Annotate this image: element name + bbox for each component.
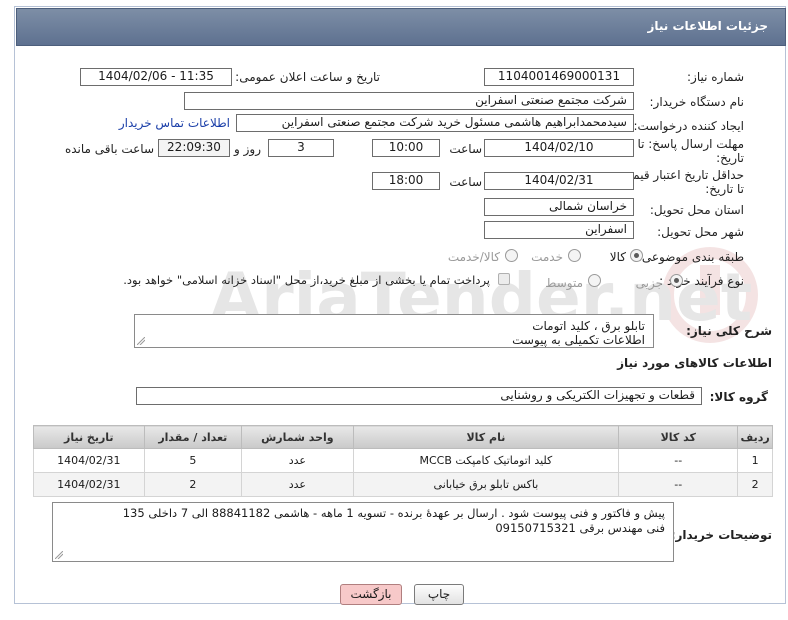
validity-time-label: ساعت [449, 175, 482, 189]
cell-code: -- [618, 472, 739, 497]
process-radio-medium[interactable] [588, 274, 601, 287]
validity-label-date: تا تاریخ: [705, 182, 744, 196]
deadline-time-label: ساعت [449, 142, 482, 156]
city-label: شهر محل تحویل: [657, 225, 744, 239]
deadline-time-field: 10:00 [372, 139, 440, 157]
cell-name: کلید اتوماتیک کامپکت MCCB [352, 448, 620, 473]
category-option-goods: کالا [609, 250, 626, 264]
col-header-row: ردیف [737, 425, 773, 449]
need-number-field: 1104001469000131 [484, 68, 634, 86]
cell-code: -- [618, 448, 739, 473]
goods-table: ردیف کد کالا نام کالا واحد شمارش تعداد /… [33, 425, 773, 497]
days-field: 3 [268, 139, 334, 157]
announce-field: 1404/02/06 - 11:35 [80, 68, 232, 86]
buyer-label: نام دستگاه خریدار: [649, 95, 745, 109]
creator-label: ایجاد کننده درخواست: [633, 119, 744, 133]
validity-label: حداقل تاریخ اعتبار قیمت: [617, 168, 744, 182]
need-number-label: شماره نیاز: [687, 70, 744, 84]
days-label: روز و [234, 142, 261, 156]
city-field: اسفراین [484, 221, 634, 239]
col-header-code: کد کالا [618, 425, 739, 449]
cell-quantity: 2 [143, 472, 243, 497]
description-label: شرح کلی نیاز: [686, 324, 772, 338]
buyer-notes-line-2: فنی مهندس برقی 09150715321 [495, 521, 665, 535]
deadline-date-field: 1404/02/10 [484, 139, 634, 157]
validity-date-field: 1404/02/31 [484, 172, 634, 190]
table-row: 1 -- کلید اتوماتیک کامپکت MCCB عدد 5 140… [33, 448, 773, 473]
buyer-notes-line-1: پیش و فاکتور و فنی پیوست شود . ارسال بر … [122, 506, 665, 520]
category-radio-service[interactable] [568, 249, 581, 262]
deadline-label: مهلت ارسال پاسخ: تا [637, 137, 744, 151]
col-header-quantity: تعداد / مقدار [143, 425, 243, 449]
description-line-2: اطلاعات تکمیلی به پیوست [512, 333, 645, 347]
category-option-service: خدمت [531, 250, 563, 264]
description-line-1: تابلو برق ، کلید اتومات [532, 319, 645, 333]
goods-group-field: قطعات و تجهیزات الکتریکی و روشنایی [136, 387, 702, 405]
announce-label: تاریخ و ساعت اعلان عمومی: [235, 70, 380, 84]
goods-group-label: گروه کالا: [709, 390, 768, 404]
process-radio-minor[interactable] [670, 274, 683, 287]
category-option-both: کالا/خدمت [447, 250, 500, 264]
col-header-name: نام کالا [352, 425, 620, 449]
buyer-contact-link[interactable]: اطلاعات تماس خریدار [119, 116, 230, 130]
buyer-notes-label: توضیحات خریدار: [670, 528, 772, 542]
col-header-date: تاریخ نیاز [33, 425, 145, 449]
process-option-minor: جزیی [635, 276, 663, 290]
resize-handle-icon[interactable] [137, 337, 145, 345]
buyer-field: شرکت مجتمع صنعتی اسفراین [184, 92, 634, 110]
treasury-checkbox[interactable] [498, 273, 510, 285]
print-button[interactable]: چاپ [414, 584, 464, 605]
cell-date: 1404/02/31 [33, 448, 145, 473]
description-textarea[interactable]: تابلو برق ، کلید اتومات اطلاعات تکمیلی ب… [134, 314, 654, 348]
remaining-label: ساعت باقی مانده [64, 142, 154, 156]
cell-unit: عدد [241, 472, 354, 497]
province-field: خراسان شمالی [484, 198, 634, 216]
cell-row: 1 [737, 448, 773, 473]
buyer-notes-textarea[interactable]: پیش و فاکتور و فنی پیوست شود . ارسال بر … [52, 502, 674, 562]
process-option-medium: متوسط [545, 276, 583, 290]
payment-note: پرداخت تمام یا بخشی از مبلغ خرید،از محل … [123, 273, 490, 287]
back-button[interactable]: بازگشت [340, 584, 402, 605]
creator-field: سیدمحمدابراهیم هاشمی مسئول خرید شرکت مجت… [236, 114, 634, 132]
remaining-time-field: 22:09:30 [158, 139, 230, 157]
page-title: جزئیات اطلاعات نیاز [647, 19, 768, 33]
resize-handle-icon[interactable] [55, 551, 63, 559]
cell-name: باکس تابلو برق خیابانی [352, 472, 620, 497]
category-radio-goods[interactable] [630, 249, 643, 262]
cell-unit: عدد [241, 448, 354, 473]
province-label: استان محل تحویل: [649, 203, 744, 217]
deadline-label-date: تاریخ: [716, 151, 744, 165]
cell-row: 2 [737, 472, 773, 497]
table-row: 2 -- باکس تابلو برق خیابانی عدد 2 1404/0… [33, 472, 773, 497]
goods-section-title: اطلاعات کالاهای مورد نیاز [617, 356, 772, 370]
cell-quantity: 5 [143, 448, 243, 473]
category-radio-both[interactable] [505, 249, 518, 262]
col-header-unit: واحد شمارش [241, 425, 354, 449]
category-label: طبقه بندی موضوعی: [637, 250, 744, 264]
cell-date: 1404/02/31 [33, 472, 145, 497]
validity-time-field: 18:00 [372, 172, 440, 190]
